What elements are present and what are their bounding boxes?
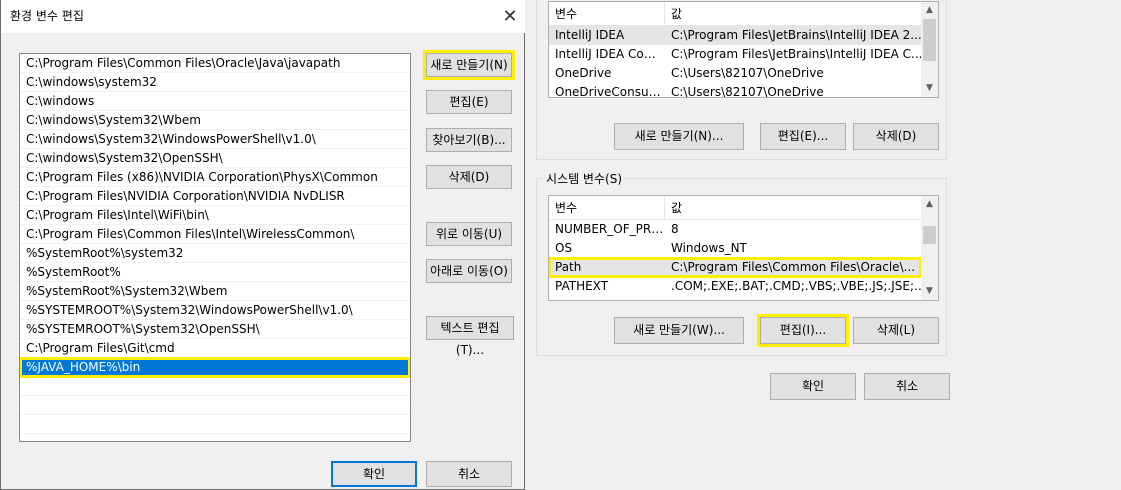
edit-button[interactable]: 편집(E) [426, 90, 512, 114]
list-item[interactable]: OS Windows_NT [549, 239, 938, 258]
path-item[interactable]: C:\Program Files\Common Files\Intel\Wire… [20, 225, 410, 244]
path-item[interactable]: C:\Program Files\NVIDIA Corporation\NVID… [20, 187, 410, 206]
environment-variables-dialog: 변수 값 IntelliJ IDEA C:\Program Files\JetB… [525, 0, 1121, 490]
column-variable[interactable]: 변수 [549, 2, 665, 26]
empty-row[interactable] [20, 415, 410, 434]
var-name: PATHEXT [555, 279, 609, 293]
list-item-path[interactable]: Path C:\Program Files\Common Files\Oracl… [549, 257, 922, 278]
path-item[interactable]: C:\windows\System32\WindowsPowerShell\v1… [20, 130, 410, 149]
var-name: NUMBER_OF_PRO... [555, 222, 665, 236]
path-item[interactable]: %SYSTEMROOT%\System32\WindowsPowerShell\… [20, 301, 410, 320]
edit-environment-variable-dialog: 환경 변수 편집 ✕ C:\Program Files\Common Files… [0, 0, 525, 490]
var-value: C:\Program Files\JetBrains\IntelliJ IDEA… [671, 47, 923, 61]
path-item[interactable]: C:\windows\System32\OpenSSH\ [20, 149, 410, 168]
var-value: 8 [671, 222, 679, 236]
dialog-title: 환경 변수 편집 [10, 9, 84, 23]
var-name: OneDrive [555, 66, 612, 80]
var-value: C:\Users\82107\OneDrive [671, 85, 824, 98]
user-variables-list[interactable]: 변수 값 IntelliJ IDEA C:\Program Files\JetB… [548, 1, 939, 98]
var-name: IntelliJ IDEA [555, 28, 625, 42]
var-name: IntelliJ IDEA Com... [555, 47, 665, 61]
var-name: OneDriveConsumer [555, 85, 665, 98]
empty-row[interactable] [20, 396, 410, 415]
var-name: OS [555, 241, 573, 255]
env-cancel-button[interactable]: 취소 [864, 373, 950, 400]
user-edit-button[interactable]: 편집(E)... [760, 123, 846, 150]
var-value: C:\Program Files\Common Files\Oracle\... [671, 260, 916, 274]
user-delete-button[interactable]: 삭제(D) [853, 123, 939, 150]
var-value: .COM;.EXE;.BAT;.CMD;.VBS;.VBE;.JS;.JSE;.… [671, 279, 938, 293]
system-vars-scrollbar[interactable]: ▲ ▼ [921, 196, 938, 300]
path-item[interactable]: %SystemRoot%\System32\Wbem [20, 282, 410, 301]
path-item[interactable]: C:\windows\System32\Wbem [20, 111, 410, 130]
system-new-button[interactable]: 새로 만들기(W)... [614, 317, 744, 344]
ok-button[interactable]: 확인 [331, 461, 417, 487]
cancel-button[interactable]: 취소 [426, 461, 512, 487]
var-value: Windows_NT [671, 241, 747, 255]
list-item[interactable]: OneDrive C:\Users\82107\OneDrive [549, 64, 938, 83]
move-up-button[interactable]: 위로 이동(U) [426, 222, 512, 246]
user-vars-scrollbar[interactable]: ▲ ▼ [921, 2, 938, 97]
path-list[interactable]: C:\Program Files\Common Files\Oracle\Jav… [19, 53, 411, 442]
env-ok-button[interactable]: 확인 [770, 373, 856, 400]
system-variables-header: 변수 값 [549, 196, 938, 220]
scroll-up-arrow-icon[interactable]: ▲ [921, 196, 938, 213]
path-item-selected[interactable]: %JAVA_HOME%\bin [20, 357, 410, 378]
close-icon[interactable]: ✕ [495, 0, 525, 33]
column-value[interactable]: 값 [665, 196, 938, 220]
list-item[interactable]: IntelliJ IDEA Com... C:\Program Files\Je… [549, 45, 938, 64]
edit-text-button[interactable]: 텍스트 편집(T)... [426, 316, 514, 357]
var-value: C:\Program Files\JetBrains\IntelliJ IDEA… [671, 28, 922, 42]
user-variables-group: 변수 값 IntelliJ IDEA C:\Program Files\JetB… [536, 0, 947, 160]
list-item[interactable]: NUMBER_OF_PRO... 8 [549, 220, 938, 239]
scroll-down-arrow-icon[interactable]: ▼ [921, 283, 938, 300]
title-bar[interactable]: 환경 변수 편집 ✕ [1, 0, 525, 33]
path-item[interactable]: %SystemRoot%\system32 [20, 244, 410, 263]
scroll-up-arrow-icon[interactable]: ▲ [921, 2, 938, 19]
path-item[interactable]: %SystemRoot% [20, 263, 410, 282]
system-variables-label: 시스템 변수(S) [543, 170, 625, 187]
list-item[interactable]: OneDriveConsumer C:\Users\82107\OneDrive [549, 83, 938, 98]
var-name: Path [555, 260, 582, 274]
system-variables-group: 시스템 변수(S) 변수 값 NUMBER_OF_PRO... 8 OS Win… [536, 170, 947, 356]
user-new-button[interactable]: 새로 만들기(N)... [614, 123, 744, 150]
scroll-down-arrow-icon[interactable]: ▼ [921, 80, 938, 97]
system-edit-button[interactable]: 편집(I)... [757, 314, 849, 347]
path-item[interactable]: C:\Program Files\Intel\WiFi\bin\ [20, 206, 410, 225]
path-item[interactable]: %SYSTEMROOT%\System32\OpenSSH\ [20, 320, 410, 339]
system-delete-button[interactable]: 삭제(L) [853, 317, 939, 344]
path-item[interactable]: C:\Program Files (x86)\NVIDIA Corporatio… [20, 168, 410, 187]
user-variables-header: 변수 값 [549, 2, 938, 26]
new-button[interactable]: 새로 만들기(N) [423, 50, 515, 80]
move-down-button[interactable]: 아래로 이동(O) [426, 259, 512, 283]
path-item[interactable]: C:\windows [20, 92, 410, 111]
path-item[interactable]: C:\windows\system32 [20, 73, 410, 92]
delete-button[interactable]: 삭제(D) [426, 165, 512, 189]
browse-button[interactable]: 찾아보기(B)... [426, 128, 512, 152]
column-variable[interactable]: 변수 [549, 196, 665, 220]
path-item[interactable]: C:\Program Files\Common Files\Oracle\Jav… [20, 54, 410, 73]
list-item[interactable]: IntelliJ IDEA C:\Program Files\JetBrains… [549, 26, 938, 45]
var-value: C:\Users\82107\OneDrive [671, 66, 824, 80]
path-item[interactable]: C:\Program Files\Git\cmd [20, 339, 410, 358]
scroll-thumb[interactable] [923, 19, 936, 61]
scroll-thumb[interactable] [923, 226, 936, 244]
list-item[interactable]: PATHEXT .COM;.EXE;.BAT;.CMD;.VBS;.VBE;.J… [549, 277, 938, 296]
system-variables-list[interactable]: 변수 값 NUMBER_OF_PRO... 8 OS Windows_NT Pa… [548, 195, 939, 301]
empty-row[interactable] [20, 377, 410, 396]
column-value[interactable]: 값 [665, 2, 938, 26]
